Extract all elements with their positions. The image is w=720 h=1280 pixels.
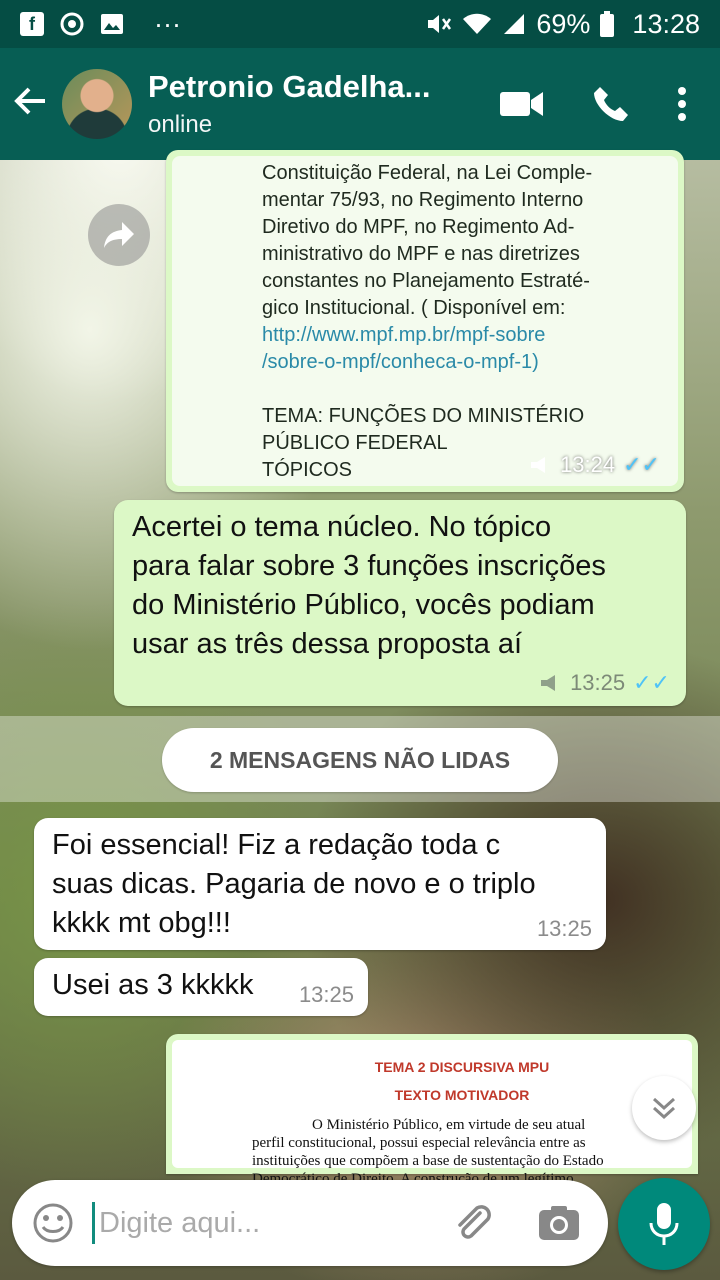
message-line: usar as três dessa proposta aí [132,628,523,660]
speaker-icon [531,457,546,473]
message-text-2[interactable]: Acertei o tema núcleo. No tópico para fa… [114,500,686,706]
message-line: para falar sobre 3 funções inscrições [132,550,606,582]
phone-call-icon[interactable] [592,85,630,123]
message-time: 13:25 [570,670,626,695]
message-text-3[interactable]: Foi essencial! Fiz a redação toda c suas… [34,818,606,950]
wifi-icon [463,13,492,34]
message-composer: Digite aqui... [12,1180,608,1266]
doc-subtitle: TEXTO MOTIVADOR [394,1087,530,1103]
message-line: kkkk mt obg!!! [52,907,231,939]
doc-line: Constituição Federal, na Lei Comple- [262,162,593,184]
gallery-icon [101,14,123,34]
chat-header: Petronio Gadelha... online [0,48,720,160]
forward-icon [104,222,134,248]
message-time: 13:25 [298,982,354,1007]
forward-button[interactable] [88,204,150,266]
message-line: Acertei o tema núcleo. No tópico [132,511,552,543]
mute-icon [428,15,452,33]
speaker-icon [541,675,556,691]
message-time: 13:24 [560,452,616,477]
message-line: suas dicas. Pagaria de novo e o triplo [52,868,536,900]
doc-line: ministrativo do MPF e nas diretrizes [262,243,580,265]
doc-line: perfil constitucional, possui especial r… [252,1135,586,1151]
doc-title: TEMA 2 DISCURSIVA MPU [374,1059,550,1075]
video-call-icon[interactable] [500,90,544,118]
message-input[interactable]: Digite aqui... [99,1207,260,1240]
doc-line: http://www.mpf.mp.br/mpf-sobre [262,324,546,346]
unread-messages-banner: 2 MENSAGENS NÃO LIDAS [162,728,558,792]
contact-avatar[interactable] [62,69,132,139]
battery-icon [600,11,615,37]
signal-icon [504,14,525,34]
document-screenshot: Constituição Federal, na Lei Comple- men… [172,156,678,486]
microphone-icon [649,1203,679,1245]
document-screenshot: TEMA 2 DISCURSIVA MPU TEXTO MOTIVADOR O … [172,1040,692,1187]
battery-percent: 69% [536,8,591,39]
facebook-icon: f [20,12,44,36]
read-receipt-icon: ✓✓ [633,670,670,695]
message-time: 13:25 [536,916,592,941]
voice-message-button[interactable] [618,1178,710,1270]
message-image-1[interactable]: Constituição Federal, na Lei Comple- men… [166,150,684,492]
back-arrow-icon[interactable] [12,83,56,126]
text-cursor [92,1202,95,1244]
more-notifications-icon: ··· [154,8,181,39]
contact-name: Petronio Gadelha... [148,69,431,104]
read-receipt-icon: ✓✓ [623,452,660,477]
clock: 13:28 [632,8,700,39]
doc-line: Diretivo do MPF, no Regimento Ad- [262,216,575,238]
chrome-icon [60,12,84,36]
message-text-4[interactable]: Usei as 3 kkkkk 13:25 [34,958,368,1016]
doc-line: instituições que compõem a base de suste… [252,1153,604,1169]
double-chevron-down-icon [652,1097,676,1120]
doc-line: mentar 75/93, no Regimento Interno [262,189,584,211]
doc-line: constantes no Planejamento Estraté- [262,270,590,292]
contact-presence: online [148,111,213,138]
message-image-5[interactable]: TEMA 2 DISCURSIVA MPU TEXTO MOTIVADOR O … [166,1034,698,1187]
doc-line [262,376,664,403]
scroll-to-bottom-button[interactable] [632,1076,696,1140]
doc-line: TEMA: FUNÇÕES DO MINISTÉRIO [262,405,585,427]
attach-icon[interactable] [450,1201,494,1245]
contact-info[interactable]: Petronio Gadelha... online [148,69,468,139]
more-options-icon[interactable] [678,87,686,121]
doc-line: /sobre-o-mpf/conheca-o-mpf-1) [262,351,539,373]
message-line: do Ministério Público, vocês podiam [132,589,595,621]
camera-icon[interactable] [538,1205,580,1241]
status-bar: f ··· 69% 13:28 [0,0,720,48]
emoji-icon[interactable] [32,1202,74,1244]
message-line: Foi essencial! Fiz a redação toda c [52,829,501,861]
doc-line: gico Institucional. ( Disponível em: [262,297,566,319]
doc-line: O Ministério Público, em virtude de seu … [312,1117,586,1133]
